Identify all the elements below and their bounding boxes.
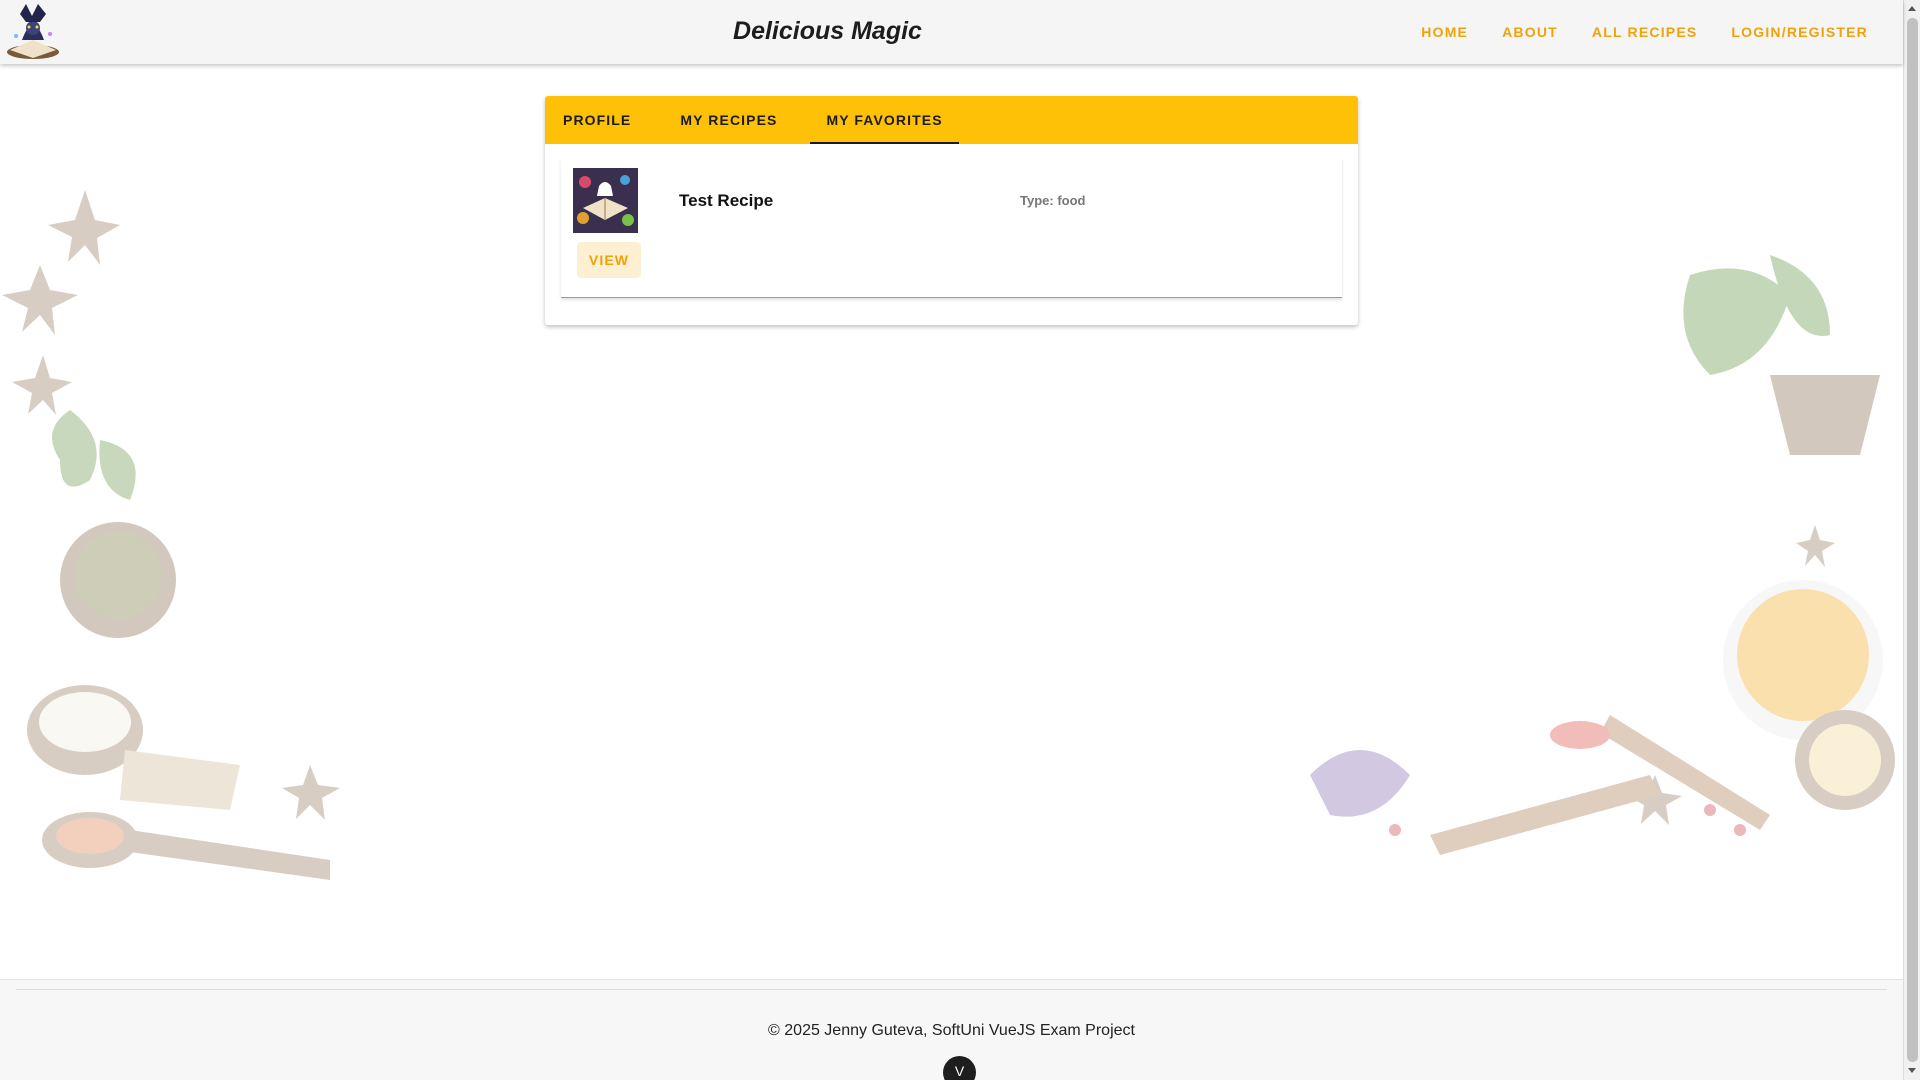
spices-decoration-left [2, 190, 340, 880]
nav-all-recipes[interactable]: ALL RECIPES [1575, 24, 1715, 40]
tab-profile[interactable]: PROFILE [547, 96, 647, 144]
tab-my-favorites[interactable]: MY FAVORITES [810, 96, 959, 144]
spices-decoration-right [1310, 255, 1895, 855]
tab-my-recipes[interactable]: MY RECIPES [664, 96, 793, 144]
profile-card: PROFILE MY RECIPES MY FAVORITES Test Rec… [545, 96, 1358, 325]
recipe-type: Type: food [1020, 193, 1086, 208]
nav-login-register[interactable]: LOGIN/REGISTER [1714, 24, 1885, 40]
view-recipe-button[interactable]: VIEW [577, 242, 641, 278]
footer-copyright: © 2025 Jenny Guteva, SoftUni VueJS Exam … [768, 1022, 1135, 1039]
nav-about[interactable]: ABOUT [1485, 24, 1575, 40]
nav-home[interactable]: HOME [1404, 24, 1485, 40]
main-nav: HOME ABOUT ALL RECIPES LOGIN/REGISTER [1404, 0, 1885, 64]
page-scrollbar[interactable] [1903, 0, 1920, 1080]
scroll-down-icon[interactable] [1908, 1068, 1916, 1073]
footer-divider [16, 989, 1887, 990]
profile-tabs: PROFILE MY RECIPES MY FAVORITES [545, 96, 1358, 144]
recipe-book-image[interactable] [573, 168, 638, 233]
recipe-name[interactable]: Test Recipe [679, 191, 773, 211]
scrollbar-thumb[interactable] [1907, 18, 1918, 1062]
app-bar: Delicious Magic HOME ABOUT ALL RECIPES L… [0, 0, 1903, 64]
scroll-up-icon[interactable] [1908, 6, 1916, 11]
favorite-recipe-item: Test Recipe Type: food VIEW [561, 158, 1342, 298]
